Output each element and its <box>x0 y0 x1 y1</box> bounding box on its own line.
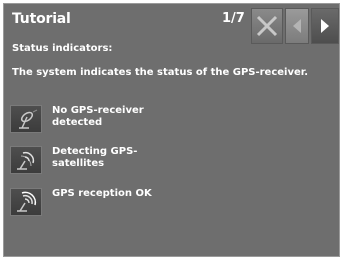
arrow-right-icon <box>321 19 329 33</box>
page-indicator: 1/7 <box>222 11 245 26</box>
indicator-label: GPS reception OK <box>52 188 152 199</box>
section-description: The system indicates the status of the G… <box>12 67 309 78</box>
gps-no-receiver-icon <box>10 105 42 133</box>
close-button[interactable] <box>251 8 283 44</box>
previous-button[interactable] <box>285 8 309 44</box>
close-icon <box>256 15 278 37</box>
indicator-label: Detecting GPS-satellites <box>52 146 138 169</box>
tutorial-screen: Tutorial 1/7 Status indicators: The syst… <box>3 3 340 257</box>
arrow-left-icon <box>293 19 301 33</box>
next-button[interactable] <box>311 8 339 44</box>
gps-ok-icon <box>10 188 42 216</box>
indicator-label: No GPS-receiver detected <box>52 105 144 128</box>
gps-detecting-icon <box>10 146 42 174</box>
section-subtitle: Status indicators: <box>12 43 113 54</box>
page-title: Tutorial <box>12 11 71 27</box>
